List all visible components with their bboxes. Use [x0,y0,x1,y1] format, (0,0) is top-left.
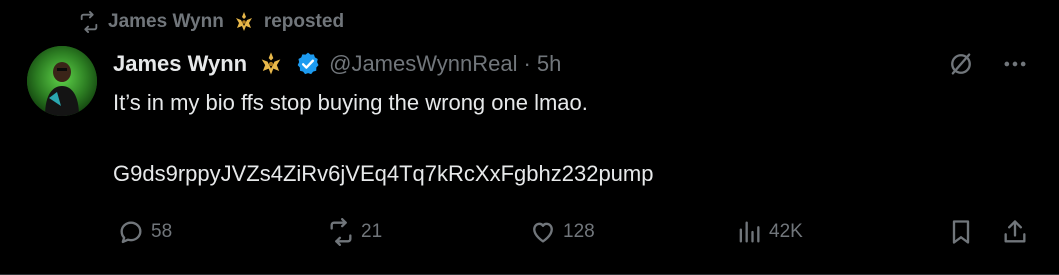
post-time[interactable]: 5h [537,51,561,77]
grok-icon[interactable] [947,50,975,78]
reply-button[interactable]: 58 [117,214,172,250]
avatar[interactable] [27,46,97,116]
repost-context: James Wynn reposted [78,8,344,36]
repost-label: reposted [263,11,345,32]
affiliate-badge-icon [261,52,281,75]
repost-button[interactable]: 21 [327,214,382,250]
reply-count: 58 [151,221,173,242]
repost-icon [80,11,98,33]
share-icon [1004,220,1026,243]
views-icon [739,221,760,243]
more-icon[interactable] [1001,50,1029,78]
repost-icon [330,218,352,246]
reply-icon [120,221,142,244]
share-button[interactable] [1001,214,1029,250]
repost-count: 21 [361,221,383,242]
tweet-card[interactable]: James Wynn reposted James Wynn @JamesWyn… [0,0,1059,275]
bookmark-icon [952,220,970,244]
bookmark-button[interactable] [947,214,975,250]
tweet-header: James Wynn @JamesWynnReal · 5h [113,46,561,82]
tweet-text-line: It’s in my bio ffs stop buying the wrong… [113,90,588,115]
views-count: 42K [769,221,803,242]
tweet-text: It’s in my bio ffs stop buying the wrong… [113,88,1013,189]
like-count: 128 [563,221,595,242]
author-name[interactable]: James Wynn [113,51,247,77]
views-button[interactable]: 42K [735,214,803,250]
meta-separator: · [523,51,531,76]
like-button[interactable]: 128 [529,214,595,250]
repost-user[interactable]: James Wynn [108,11,224,33]
author-handle[interactable]: @JamesWynnReal [329,51,517,77]
verified-badge-icon[interactable] [295,51,321,77]
contract-address: G9ds9rppyJVZs4ZiRv6jVEq4Tq7kRcXxFgbhz232… [113,161,654,186]
top-actions [947,46,1029,82]
avatar-image [27,46,97,116]
heart-icon [533,222,553,243]
affiliate-badge-icon [235,12,252,31]
action-bar: 58 21 128 42K [117,214,1037,250]
